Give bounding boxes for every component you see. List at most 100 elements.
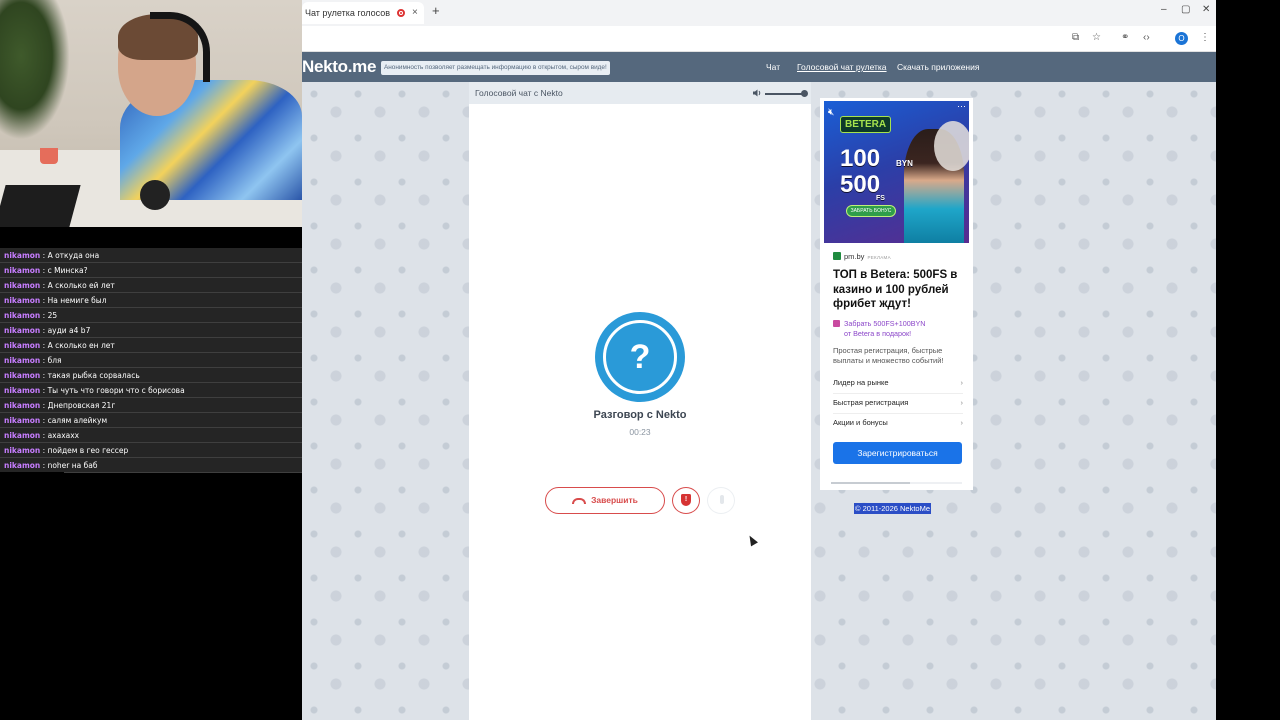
tab-bar: Чат рулетка голосов × + – ▢ ✕	[302, 0, 1216, 26]
site-header: Nekto.me Анонимность позволяет размещать…	[302, 52, 1216, 82]
ad-promo[interactable]: Забрать 500FS+100BYN от Betera в подарок…	[833, 319, 925, 339]
nav-voice-chat[interactable]: Голосовой чат рулетка	[797, 62, 887, 72]
chat-message: nikamon : noher на баб	[0, 458, 302, 473]
cup	[40, 148, 58, 164]
code-icon[interactable]: ‹›	[1143, 32, 1150, 43]
chat-separator: :	[40, 371, 48, 380]
chat-separator: :	[40, 356, 48, 365]
close-window-button[interactable]: ✕	[1202, 4, 1210, 15]
copyright: © 2011-2026 NektoMe	[854, 503, 932, 514]
chat-separator: :	[40, 446, 48, 455]
address-bar: ⧉ ☆ ⚭ ‹› О ⋮	[302, 26, 1216, 52]
browser-tab[interactable]: Чат рулетка голосов ×	[302, 2, 424, 24]
keyboard	[0, 185, 81, 227]
chat-username: nikamon	[4, 371, 41, 380]
chat-text: А сколько ен лет	[47, 341, 115, 350]
chat-message: nikamon : пойдем в гео гессер	[0, 443, 302, 458]
chat-message: nikamon : ахахахх	[0, 428, 302, 443]
ad-banner-cta[interactable]: ЗАБРАТЬ БОНУС	[846, 205, 896, 217]
mute-icon[interactable]: 🔇︎	[828, 107, 834, 118]
ad-progress	[831, 482, 962, 484]
chevron-right-icon: ›	[960, 378, 964, 387]
chat-message: nikamon : 25	[0, 308, 302, 323]
chat-username: nikamon	[4, 461, 41, 470]
chat-separator: :	[40, 461, 48, 470]
chat-username: nikamon	[4, 431, 41, 440]
chat-separator: :	[40, 281, 48, 290]
ad-brand: BETERA	[840, 116, 892, 133]
chat-separator: :	[40, 431, 48, 440]
menu-icon[interactable]: ⋮	[1200, 32, 1210, 43]
chat-message: nikamon : А откуда она	[0, 248, 302, 263]
end-call-button[interactable]: Завершить	[545, 487, 665, 514]
chat-text: 25	[47, 311, 58, 320]
chevron-right-icon: ›	[960, 398, 964, 407]
chat-message: nikamon : А сколько ей лет	[0, 278, 302, 293]
ad-item-label: Лидер на рынке	[833, 378, 889, 387]
ad-item-leader[interactable]: Лидер на рынке ›	[833, 374, 963, 394]
nav-download-apps[interactable]: Скачать приложения	[897, 62, 979, 72]
volume-knob[interactable]	[801, 90, 808, 97]
ad-banner[interactable]: 🔇︎ ⋯ BETERA 100 BYN 500 FS ЗАБРАТЬ БОНУС	[824, 101, 969, 243]
mute-button[interactable]	[707, 487, 735, 514]
chat-username: nikamon	[4, 311, 41, 320]
headset	[150, 12, 210, 82]
source-icon	[833, 252, 841, 260]
chat-message: nikamon : бля	[0, 353, 302, 368]
chat-text: ахахахх	[47, 431, 80, 440]
link-icon[interactable]: ⚭	[1121, 32, 1129, 43]
webcam-overlay	[0, 0, 302, 227]
chat-username: nikamon	[4, 326, 41, 335]
speaker-icon[interactable]	[752, 88, 762, 98]
ad-promo-line2: от Betera в подарок!	[844, 329, 912, 338]
chat-separator: :	[40, 386, 48, 395]
ad-source: pm.by РЕКЛАМА	[833, 252, 891, 261]
ad-progress-fill	[831, 482, 910, 484]
chat-message: nikamon : На немиге был	[0, 293, 302, 308]
chat-message: nikamon : с Минска?	[0, 263, 302, 278]
chat-username: nikamon	[4, 356, 41, 365]
register-button[interactable]: Зарегистрироваться	[833, 442, 962, 464]
chat-message: nikamon : А сколько ен лет	[0, 338, 302, 353]
chevron-right-icon: ›	[960, 418, 964, 427]
volume-slider[interactable]	[765, 93, 805, 95]
ad-item-bonuses[interactable]: Акции и бонусы ›	[833, 414, 963, 434]
chat-text: А сколько ей лет	[47, 281, 115, 290]
chat-message: nikamon : ауди а4 b7	[0, 323, 302, 338]
chat-username: nikamon	[4, 296, 41, 305]
nav-chat[interactable]: Чат	[766, 62, 780, 72]
panel-title: Голосовой чат с Nekto	[475, 88, 563, 98]
new-tab-button[interactable]: +	[432, 3, 440, 18]
more-icon[interactable]: ⋯	[957, 101, 966, 112]
chat-text: Днепровская 21г	[47, 401, 116, 410]
profile-avatar[interactable]: О	[1175, 32, 1188, 45]
chat-separator: :	[40, 341, 48, 350]
chat-text: ауди а4 b7	[47, 326, 91, 335]
black-strip-right	[1216, 0, 1280, 720]
chat-text: такая рыбка сорвалась	[47, 371, 140, 380]
chat-text: На немиге был	[47, 296, 107, 305]
gift-icon	[833, 320, 840, 327]
chat-username: nikamon	[4, 416, 41, 425]
chat-separator: :	[40, 401, 48, 410]
recording-icon	[397, 9, 405, 17]
report-button[interactable]: !	[672, 487, 700, 514]
chat-separator: :	[40, 326, 48, 335]
install-icon[interactable]: ⧉	[1072, 32, 1079, 43]
partner-label: Разговор с Nekto	[593, 409, 687, 421]
maximize-button[interactable]: ▢	[1181, 4, 1190, 15]
minimize-button[interactable]: –	[1161, 4, 1167, 15]
ad-label: РЕКЛАМА	[867, 255, 891, 260]
end-call-label: Завершить	[591, 495, 638, 505]
chat-text: салям алейкум	[47, 416, 108, 425]
chat-message: nikamon : такая рыбка сорвалась	[0, 368, 302, 383]
chat-separator: :	[40, 416, 48, 425]
site-logo[interactable]: Nekto.me	[302, 57, 376, 77]
chat-message: nikamon : Ты чуть что говори что с борис…	[0, 383, 302, 398]
ad-title[interactable]: ТОП в Betera: 500FS в казино и 100 рубле…	[833, 268, 967, 312]
ad-character-image	[934, 121, 969, 171]
ad-item-registration[interactable]: Быстрая регистрация ›	[833, 394, 963, 414]
close-tab-icon[interactable]: ×	[412, 2, 418, 24]
bookmark-star-icon[interactable]: ☆	[1092, 32, 1101, 43]
ad-source-name[interactable]: pm.by	[844, 252, 864, 261]
